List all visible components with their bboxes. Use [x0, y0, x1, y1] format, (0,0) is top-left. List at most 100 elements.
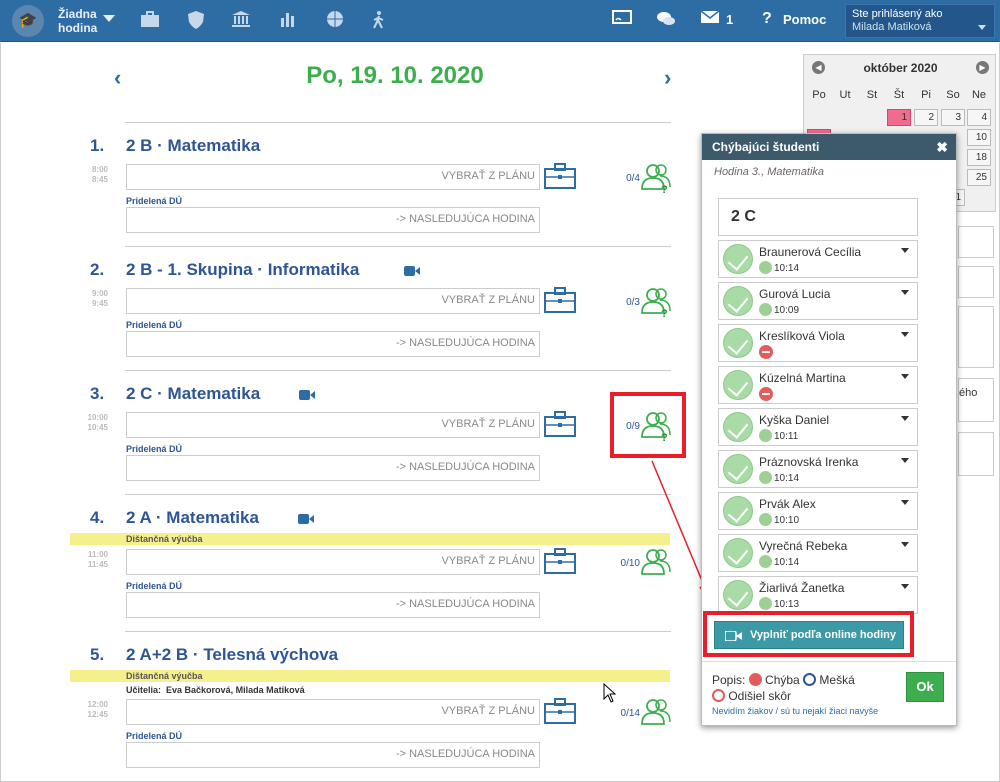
calendar-day[interactable]: 4	[967, 109, 991, 126]
briefcase-icon[interactable]	[544, 698, 576, 724]
envelope-icon[interactable]	[700, 10, 720, 30]
chevron-down-icon[interactable]	[901, 542, 909, 547]
homework-label: Pridelená DÚ	[126, 320, 183, 330]
check-icon[interactable]	[723, 328, 753, 358]
calendar-next-button[interactable]: ▶	[976, 61, 989, 74]
lesson-title[interactable]: 2 B - 1. Skupina · Informatika	[126, 260, 359, 280]
briefcase-icon[interactable]	[544, 411, 576, 437]
help-link[interactable]: Pomoc	[783, 12, 826, 27]
user-menu[interactable]: Ste prihlásený ako Milada Matiková	[845, 4, 995, 38]
bar-chart-icon[interactable]	[276, 10, 300, 34]
lesson-end-time: 10:45	[87, 423, 108, 432]
check-icon[interactable]	[723, 244, 753, 274]
chevron-down-icon[interactable]	[901, 290, 909, 295]
student-status: 10:13	[759, 597, 799, 610]
calendar-day[interactable]: 18	[967, 149, 991, 166]
attendance-count[interactable]: 0/10	[608, 558, 640, 569]
side-button[interactable]	[958, 432, 994, 476]
graduation-cap-icon[interactable]: 🎓	[12, 5, 44, 37]
present-icon	[759, 555, 772, 568]
next-lesson-field[interactable]: -> NASLEDUJÚCA HODINA	[126, 742, 540, 768]
student-name: Prvák Alex	[759, 497, 816, 511]
side-button[interactable]	[958, 226, 994, 258]
check-icon[interactable]	[723, 412, 753, 442]
svg-text:?: ?	[661, 184, 668, 193]
select-from-plan-field[interactable]: VYBRAŤ Z PLÁNU	[126, 164, 540, 190]
student-row[interactable]: Kyška Daniel 10:11	[718, 408, 918, 446]
missing-students-icon[interactable]: ?	[640, 287, 674, 317]
check-icon[interactable]	[723, 538, 753, 568]
check-icon[interactable]	[723, 580, 753, 610]
question-icon[interactable]: ?	[762, 10, 772, 28]
chevron-down-icon[interactable]	[901, 458, 909, 463]
check-icon[interactable]	[723, 370, 753, 400]
screen-cast-icon[interactable]	[612, 10, 632, 32]
chevron-down-icon[interactable]	[901, 332, 909, 337]
calendar-day[interactable]: 3	[941, 109, 965, 126]
calendar-day[interactable]: 25	[967, 169, 991, 186]
next-day-button[interactable]: ›	[664, 65, 671, 91]
student-row[interactable]: Prvák Alex 10:10	[718, 492, 918, 530]
chevron-down-icon[interactable]	[901, 374, 909, 379]
next-lesson-field[interactable]: -> NASLEDUJÚCA HODINA	[126, 331, 540, 357]
side-button[interactable]: ého	[958, 378, 994, 422]
students-icon[interactable]	[640, 698, 674, 728]
basketball-icon[interactable]	[323, 10, 347, 34]
chevron-down-icon[interactable]	[901, 500, 909, 505]
check-icon[interactable]	[723, 286, 753, 316]
video-camera-icon[interactable]	[298, 514, 314, 524]
check-icon[interactable]	[723, 454, 753, 484]
teachers-label: Učitelia:	[126, 685, 162, 695]
student-row[interactable]: Gurová Lucia 10:09	[718, 282, 918, 320]
check-icon[interactable]	[723, 496, 753, 526]
next-lesson-field[interactable]: -> NASLEDUJÚCA HODINA	[126, 207, 540, 233]
briefcase-icon[interactable]	[544, 287, 576, 313]
previous-day-button[interactable]: ‹	[114, 65, 121, 91]
cant-see-students-link[interactable]: Nevidím žiakov / sú tu nejakí žiaci navy…	[712, 706, 878, 716]
video-camera-icon[interactable]	[299, 390, 315, 400]
bank-icon[interactable]	[229, 10, 253, 34]
next-lesson-field[interactable]: -> NASLEDUJÚCA HODINA	[126, 455, 540, 481]
student-row[interactable]: Práznovská Irenka 10:14	[718, 450, 918, 488]
walking-person-icon[interactable]	[368, 10, 392, 36]
briefcase-icon[interactable]	[544, 163, 576, 189]
calendar-day[interactable]: 2	[914, 109, 938, 126]
calendar-day[interactable]: 1	[887, 109, 911, 126]
select-from-plan-field[interactable]: VYBRAŤ Z PLÁNU	[126, 412, 540, 438]
lesson-title[interactable]: 2 C · Matematika	[126, 384, 260, 404]
next-lesson-field[interactable]: -> NASLEDUJÚCA HODINA	[126, 592, 540, 618]
chevron-down-icon[interactable]	[103, 15, 115, 22]
close-icon[interactable]: ✖	[936, 139, 948, 156]
calendar-day[interactable]: 10	[967, 129, 991, 146]
lesson-divider	[125, 494, 671, 495]
select-from-plan-field[interactable]: VYBRAŤ Z PLÁNU	[126, 288, 540, 314]
current-hour-selector[interactable]: Žiadna hodina	[58, 7, 97, 35]
chevron-down-icon[interactable]	[901, 584, 909, 589]
side-button[interactable]	[958, 306, 994, 368]
attendance-count[interactable]: 0/14	[608, 708, 640, 719]
missing-students-icon[interactable]: ?	[640, 163, 674, 193]
student-row[interactable]: Kreslíková Viola	[718, 324, 918, 362]
video-camera-icon[interactable]	[404, 266, 420, 276]
select-from-plan-field[interactable]: VYBRAŤ Z PLÁNU	[126, 699, 540, 725]
attendance-count[interactable]: 0/4	[608, 173, 640, 184]
chevron-down-icon[interactable]	[901, 416, 909, 421]
lesson-title[interactable]: 2 B · Matematika	[126, 136, 260, 156]
student-row[interactable]: Kúzelná Martina	[718, 366, 918, 404]
lesson-title[interactable]: 2 A · Matematika	[126, 508, 259, 528]
ok-button[interactable]: Ok	[906, 672, 944, 702]
student-name: Kúzelná Martina	[759, 371, 846, 385]
briefcase-icon[interactable]	[138, 10, 162, 34]
student-row[interactable]: Braunerová Cecília 10:14	[718, 240, 918, 278]
student-row[interactable]: Žiarlivá Žanetka 10:13	[718, 576, 918, 614]
messages-count[interactable]: 1	[726, 12, 733, 27]
attendance-count[interactable]: 0/3	[608, 297, 640, 308]
chevron-down-icon[interactable]	[901, 248, 909, 253]
lesson-title[interactable]: 2 A+2 B · Telesná výchova	[126, 645, 338, 665]
select-from-plan-field[interactable]: VYBRAŤ Z PLÁNU	[126, 549, 540, 575]
student-row[interactable]: Vyrečná Rebeka 10:14	[718, 534, 918, 572]
shield-icon[interactable]	[184, 10, 208, 36]
chat-icon[interactable]	[656, 10, 676, 34]
side-button[interactable]	[958, 266, 994, 298]
briefcase-icon[interactable]	[544, 548, 576, 574]
